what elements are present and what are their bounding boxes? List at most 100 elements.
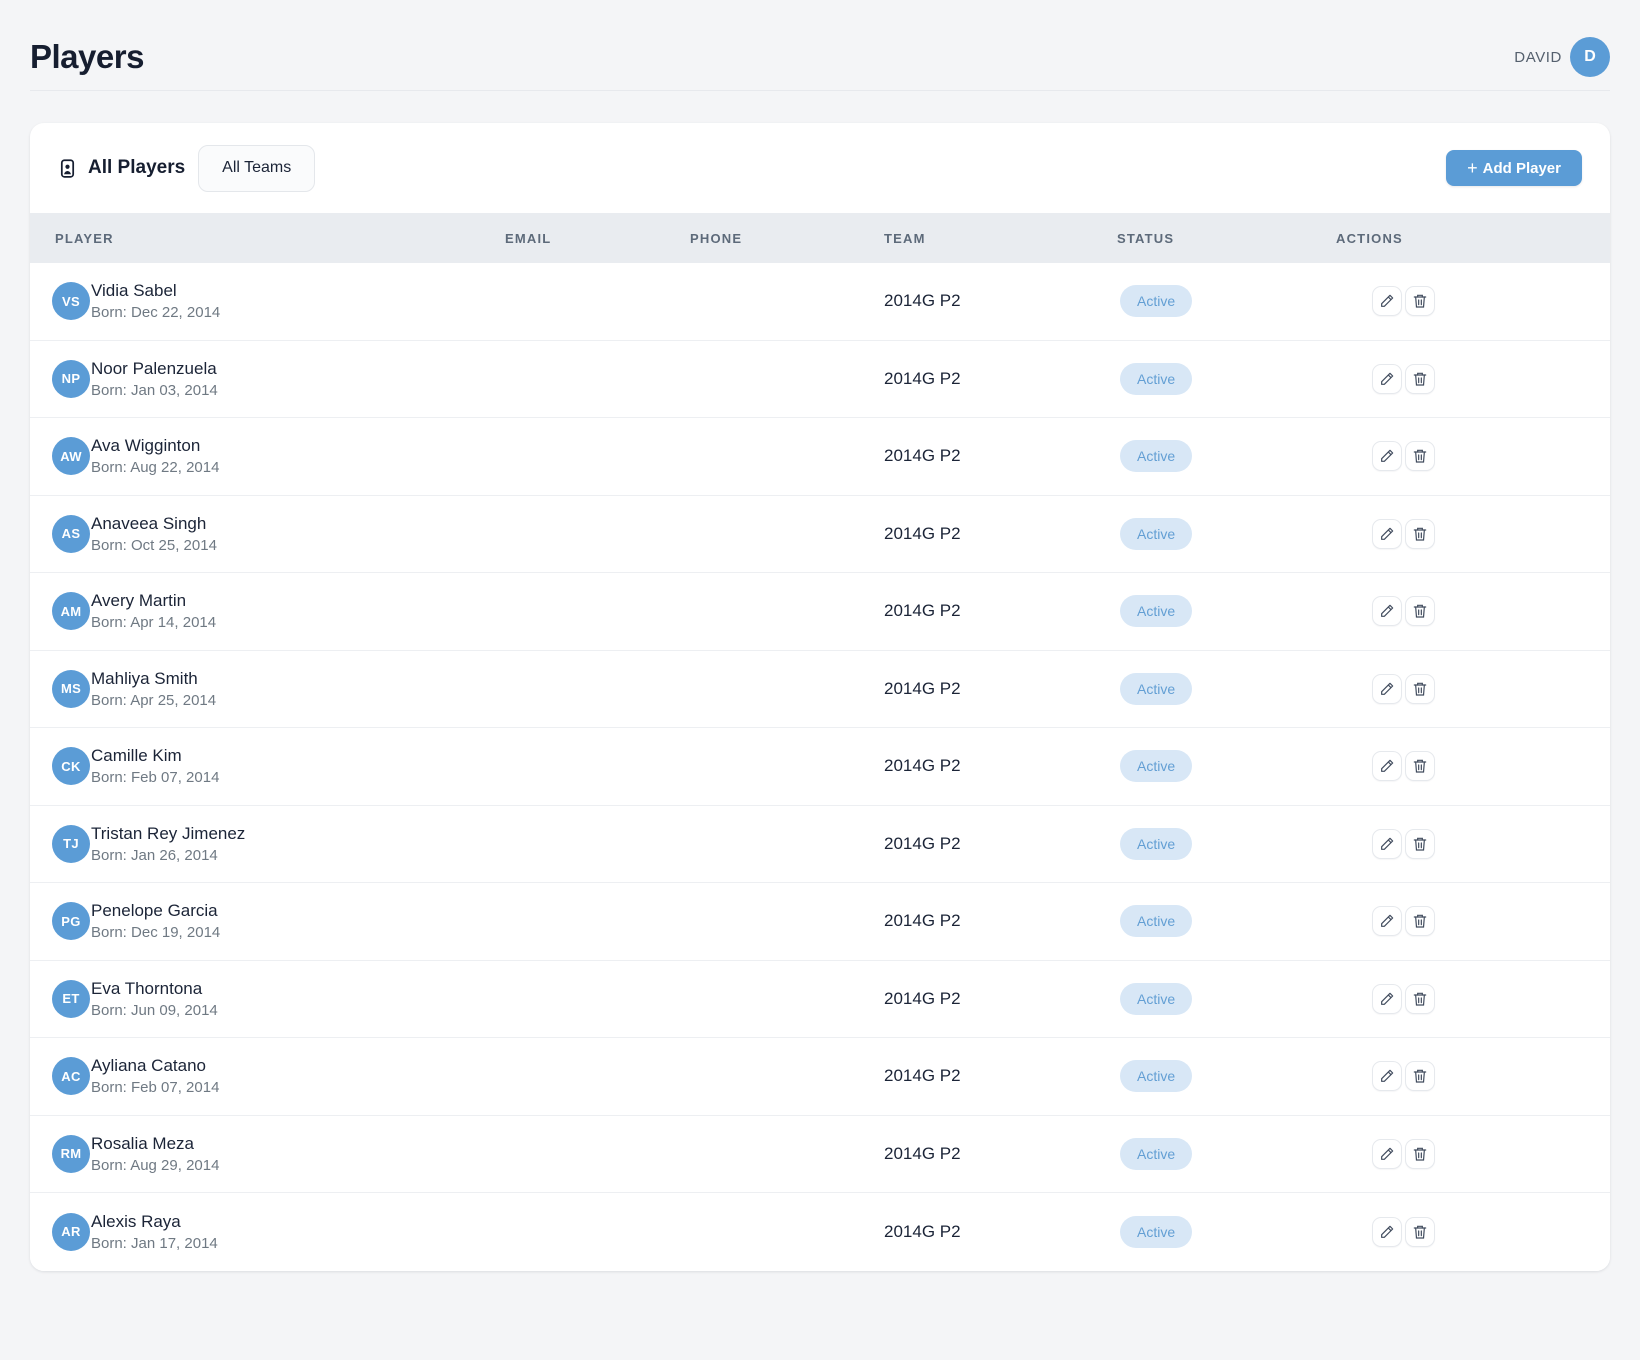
delete-player-button[interactable] (1405, 519, 1435, 549)
edit-player-button[interactable] (1372, 286, 1402, 316)
status-cell: Active (1117, 983, 1336, 1015)
status-badge: Active (1120, 983, 1192, 1015)
trash-icon (1412, 1068, 1428, 1084)
status-badge: Active (1120, 285, 1192, 317)
player-birthdate: Born: Jun 09, 2014 (91, 1002, 218, 1019)
players-toolbar: All Players All Teams + Add Player (30, 123, 1610, 213)
table-row: AS Anaveea Singh Born: Oct 25, 2014 2014… (30, 496, 1610, 574)
player-birthdate: Born: Jan 26, 2014 (91, 847, 245, 864)
player-cell: AR Alexis Raya Born: Jan 17, 2014 (30, 1212, 505, 1252)
edit-player-button[interactable] (1372, 519, 1402, 549)
status-cell: Active (1117, 905, 1336, 937)
add-player-button[interactable]: + Add Player (1446, 150, 1582, 186)
player-avatar: CK (52, 747, 90, 785)
status-badge: Active (1120, 1138, 1192, 1170)
delete-player-button[interactable] (1405, 596, 1435, 626)
player-name: Avery Martin (91, 591, 216, 611)
user-avatar[interactable]: D (1570, 37, 1610, 77)
delete-player-button[interactable] (1405, 1217, 1435, 1247)
column-header-status: STATUS (1117, 231, 1336, 246)
pencil-icon (1379, 1068, 1395, 1084)
table-row: AM Avery Martin Born: Apr 14, 2014 2014G… (30, 573, 1610, 651)
player-cell: CK Camille Kim Born: Feb 07, 2014 (30, 746, 505, 786)
pencil-icon (1379, 758, 1395, 774)
column-header-email: EMAIL (505, 231, 690, 246)
status-badge: Active (1120, 363, 1192, 395)
edit-player-button[interactable] (1372, 906, 1402, 936)
status-badge: Active (1120, 828, 1192, 860)
table-row: CK Camille Kim Born: Feb 07, 2014 2014G … (30, 728, 1610, 806)
player-team: 2014G P2 (884, 756, 1117, 776)
delete-player-button[interactable] (1405, 286, 1435, 316)
edit-player-button[interactable] (1372, 1217, 1402, 1247)
player-avatar: AW (52, 437, 90, 475)
column-header-team: TEAM (884, 231, 1117, 246)
player-cell: AS Anaveea Singh Born: Oct 25, 2014 (30, 514, 505, 554)
player-avatar: AM (52, 592, 90, 630)
player-name: Alexis Raya (91, 1212, 218, 1232)
table-body: VS Vidia Sabel Born: Dec 22, 2014 2014G … (30, 263, 1610, 1271)
delete-player-button[interactable] (1405, 751, 1435, 781)
player-birthdate: Born: Oct 25, 2014 (91, 537, 217, 554)
player-birthdate: Born: Apr 14, 2014 (91, 614, 216, 631)
player-team: 2014G P2 (884, 291, 1117, 311)
delete-player-button[interactable] (1405, 984, 1435, 1014)
status-cell: Active (1117, 595, 1336, 627)
status-badge: Active (1120, 905, 1192, 937)
player-birthdate: Born: Aug 22, 2014 (91, 459, 219, 476)
user-menu[interactable]: DAVID D (1514, 37, 1610, 77)
player-avatar: NP (52, 360, 90, 398)
edit-player-button[interactable] (1372, 441, 1402, 471)
delete-player-button[interactable] (1405, 906, 1435, 936)
delete-player-button[interactable] (1405, 1139, 1435, 1169)
trash-icon (1412, 681, 1428, 697)
player-team: 2014G P2 (884, 1144, 1117, 1164)
status-cell: Active (1117, 518, 1336, 550)
status-badge: Active (1120, 518, 1192, 550)
trash-icon (1412, 991, 1428, 1007)
delete-player-button[interactable] (1405, 364, 1435, 394)
edit-player-button[interactable] (1372, 751, 1402, 781)
edit-player-button[interactable] (1372, 674, 1402, 704)
table-row: ET Eva Thorntona Born: Jun 09, 2014 2014… (30, 961, 1610, 1039)
player-name: Penelope Garcia (91, 901, 220, 921)
edit-player-button[interactable] (1372, 596, 1402, 626)
table-row: VS Vidia Sabel Born: Dec 22, 2014 2014G … (30, 263, 1610, 341)
player-cell: VS Vidia Sabel Born: Dec 22, 2014 (30, 281, 505, 321)
status-cell: Active (1117, 828, 1336, 860)
player-name: Anaveea Singh (91, 514, 217, 534)
pencil-icon (1379, 603, 1395, 619)
player-cell: AC Ayliana Catano Born: Feb 07, 2014 (30, 1056, 505, 1096)
team-filter-button[interactable]: All Teams (198, 145, 315, 192)
pencil-icon (1379, 836, 1395, 852)
pencil-icon (1379, 526, 1395, 542)
delete-player-button[interactable] (1405, 829, 1435, 859)
table-row: TJ Tristan Rey Jimenez Born: Jan 26, 201… (30, 806, 1610, 884)
actions-cell (1336, 906, 1610, 936)
actions-cell (1336, 1061, 1610, 1091)
page-header: Players DAVID D (0, 0, 1640, 90)
edit-player-button[interactable] (1372, 984, 1402, 1014)
page-title: Players (30, 38, 144, 76)
player-cell: PG Penelope Garcia Born: Dec 19, 2014 (30, 901, 505, 941)
edit-player-button[interactable] (1372, 829, 1402, 859)
player-name: Vidia Sabel (91, 281, 220, 301)
player-name: Tristan Rey Jimenez (91, 824, 245, 844)
delete-player-button[interactable] (1405, 1061, 1435, 1091)
delete-player-button[interactable] (1405, 441, 1435, 471)
trash-icon (1412, 371, 1428, 387)
edit-player-button[interactable] (1372, 1061, 1402, 1091)
player-team: 2014G P2 (884, 989, 1117, 1009)
player-team: 2014G P2 (884, 1222, 1117, 1242)
status-badge: Active (1120, 1060, 1192, 1092)
player-team: 2014G P2 (884, 524, 1117, 544)
players-card: All Players All Teams + Add Player PLAYE… (30, 123, 1610, 1271)
actions-cell (1336, 1139, 1610, 1169)
player-info: Alexis Raya Born: Jan 17, 2014 (91, 1212, 218, 1252)
edit-player-button[interactable] (1372, 1139, 1402, 1169)
delete-player-button[interactable] (1405, 674, 1435, 704)
player-info: Ayliana Catano Born: Feb 07, 2014 (91, 1056, 219, 1096)
trash-icon (1412, 448, 1428, 464)
player-avatar: VS (52, 282, 90, 320)
edit-player-button[interactable] (1372, 364, 1402, 394)
